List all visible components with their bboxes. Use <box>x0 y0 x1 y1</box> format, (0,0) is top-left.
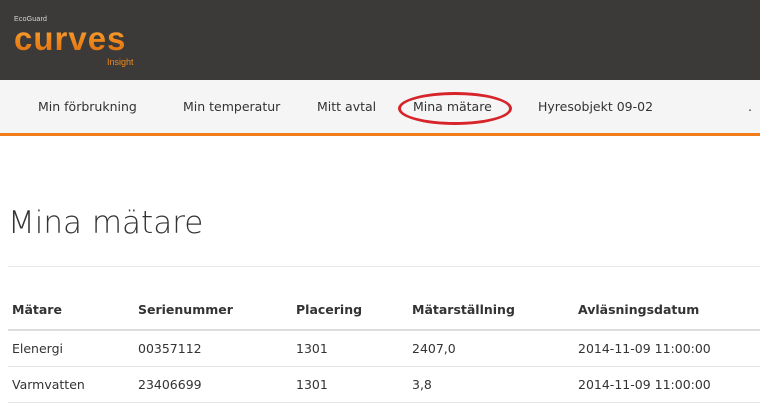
meters-table: Mätare Serienummer Placering Mätarställn… <box>8 291 760 403</box>
page-title: Mina mätare <box>8 205 204 241</box>
column-header-reading: Mätarställning <box>412 302 515 317</box>
table-header-row: Mätare Serienummer Placering Mätarställn… <box>8 291 760 331</box>
column-header-serial: Serienummer <box>138 302 233 317</box>
column-header-meter: Mätare <box>12 302 62 317</box>
logo-tagline: Insight <box>107 57 134 67</box>
ecoguard-curves-logo[interactable]: EcoGuard curves Insight <box>14 10 144 70</box>
nav-item-contract[interactable]: Mitt avtal <box>317 80 376 133</box>
cell-reading-date: 2014-11-09 11:00:00 <box>578 377 711 392</box>
cell-serial: 23406699 <box>138 377 202 392</box>
logo-wordmark: curves <box>14 20 127 57</box>
cell-serial: 00357112 <box>138 341 202 356</box>
nav-item-temperature[interactable]: Min temperatur <box>183 80 280 133</box>
cell-location: 1301 <box>296 377 328 392</box>
nav-item-consumption[interactable]: Min förbrukning <box>38 80 137 133</box>
column-header-location: Placering <box>296 302 363 317</box>
cell-meter: Varmvatten <box>12 377 85 392</box>
cell-location: 1301 <box>296 341 328 356</box>
nav-item-more[interactable]: . <box>748 80 752 133</box>
table-row: Varmvatten 23406699 1301 3,8 2014-11-09 … <box>8 367 760 403</box>
cell-reading: 2407,0 <box>412 341 456 356</box>
nav-item-meters[interactable]: Mina mätare <box>413 80 492 133</box>
title-divider <box>8 266 760 267</box>
app-header: EcoGuard curves Insight <box>0 0 760 80</box>
cell-reading-date: 2014-11-09 11:00:00 <box>578 341 711 356</box>
table-row: Elenergi 00357112 1301 2407,0 2014-11-09… <box>8 331 760 367</box>
main-nav: Min förbrukning Min temperatur Mitt avta… <box>0 80 760 136</box>
nav-item-rental-object[interactable]: Hyresobjekt 09-02 <box>538 80 653 133</box>
cell-meter: Elenergi <box>12 341 64 356</box>
cell-reading: 3,8 <box>412 377 432 392</box>
column-header-reading-date: Avläsningsdatum <box>578 302 700 317</box>
